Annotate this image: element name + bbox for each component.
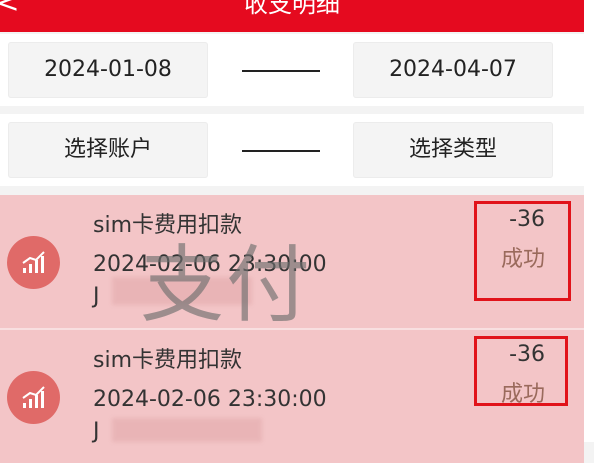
list-item[interactable]: sim卡费用扣款 2024-02-06 23:30:00 J -36 成功 [0,330,584,463]
select-account-button[interactable]: 选择账户 [8,122,208,178]
range-separator [242,70,320,72]
page-title: 收支明细 [244,0,340,18]
amount-highlight-box [474,336,568,406]
right-edge [584,0,594,442]
date-range-row: 2024-01-08 2024-04-07 [0,34,584,106]
redacted-account [112,418,262,442]
watermark-text: 支付 [140,236,313,334]
bar-chart-icon [7,371,60,424]
record-account: J [93,419,100,444]
row-divider [0,106,584,114]
selector-row: 选择账户 选择类型 [0,114,584,186]
record-name: sim卡费用扣款 [93,213,243,238]
amount-highlight-box [474,201,571,301]
select-type-button[interactable]: 选择类型 [353,122,553,178]
bar-chart-icon [7,236,60,289]
selector-separator [242,150,320,152]
start-date-button[interactable]: 2024-01-08 [8,42,208,98]
header-bar: < 收支明细 [0,0,584,32]
end-date-button[interactable]: 2024-04-07 [353,42,553,98]
record-account: J [93,284,100,309]
record-name: sim卡费用扣款 [93,348,243,373]
record-time: 2024-02-06 23:30:00 [93,387,327,412]
